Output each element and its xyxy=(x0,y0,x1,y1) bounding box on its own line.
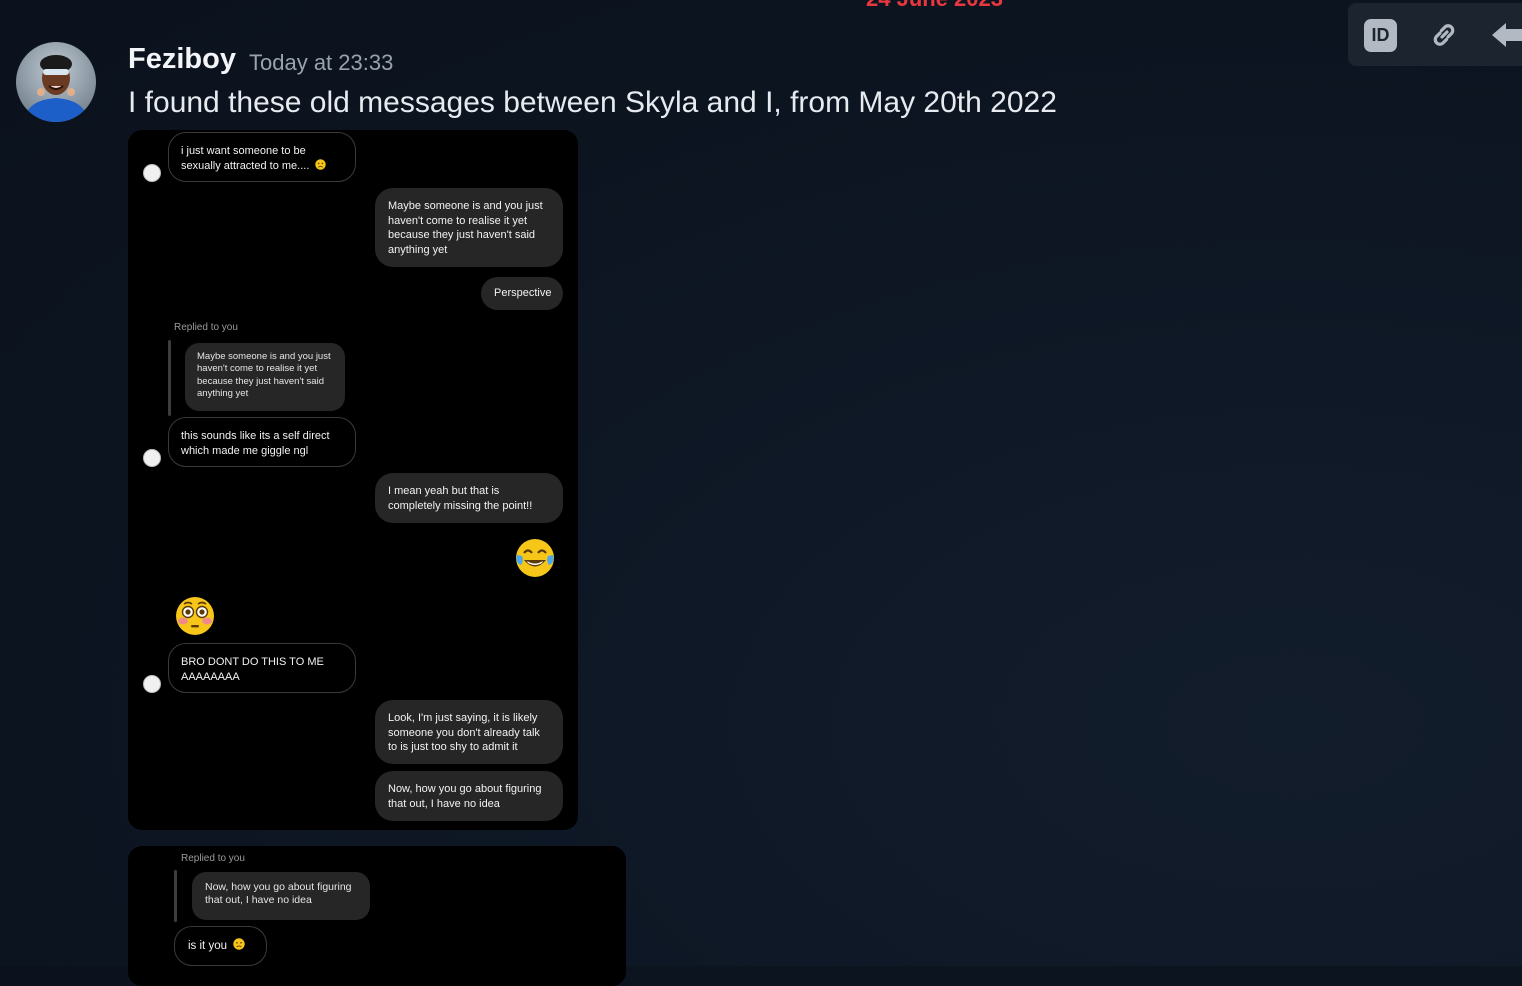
outgoing-message: I mean yeah but that is completely missi… xyxy=(375,473,563,523)
incoming-message: BRO DONT DO THIS TO ME AAAAAAAA xyxy=(168,643,356,693)
contact-avatar xyxy=(143,164,161,182)
outgoing-message: Now, how you go about figuring that out,… xyxy=(375,771,563,821)
quoted-message: Now, how you go about figuring that out,… xyxy=(192,872,370,920)
incoming-message: is it you xyxy=(174,926,267,966)
contact-avatar xyxy=(143,675,161,693)
replied-label: Replied to you xyxy=(181,853,245,864)
id-icon[interactable]: ID xyxy=(1364,19,1397,52)
chat-screenshot-attachment[interactable]: i just want someone to be sexually attra… xyxy=(128,130,578,830)
worried-face-emoji xyxy=(233,938,245,950)
link-icon[interactable] xyxy=(1426,17,1462,53)
message-timestamp: Today at 23:33 xyxy=(249,50,394,75)
outgoing-message: Maybe someone is and you just haven't co… xyxy=(375,188,563,267)
date-divider: 24 June 2023 xyxy=(866,0,1003,12)
worried-face-emoji xyxy=(315,158,327,170)
message-author[interactable]: Feziboy xyxy=(128,43,236,76)
quote-bar xyxy=(174,870,177,922)
contact-avatar xyxy=(143,449,161,467)
incoming-message: i just want someone to be sexually attra… xyxy=(168,132,356,182)
avatar[interactable] xyxy=(16,42,96,122)
quoted-message: Maybe someone is and you just haven't co… xyxy=(185,343,345,411)
message-body: i just want someone to be sexually attra… xyxy=(181,145,310,172)
quote-bar xyxy=(168,340,171,416)
message-action-toolbar: ID xyxy=(1348,3,1522,66)
flushed-face-emoji xyxy=(174,595,216,642)
outgoing-message: Look, I'm just saying, it is likely some… xyxy=(375,700,563,764)
chat-screenshot-attachment-2[interactable]: Replied to you Now, how you go about fig… xyxy=(128,846,626,986)
tears-of-joy-emoji xyxy=(514,537,556,584)
message-text: I found these old messages between Skyla… xyxy=(128,86,1057,119)
replied-label: Replied to you xyxy=(174,322,238,333)
incoming-message: this sounds like its a self direct which… xyxy=(168,417,356,467)
reply-arrow-icon[interactable] xyxy=(1488,17,1522,53)
message-body: is it you xyxy=(188,940,227,952)
outgoing-message: Perspective xyxy=(481,277,563,310)
